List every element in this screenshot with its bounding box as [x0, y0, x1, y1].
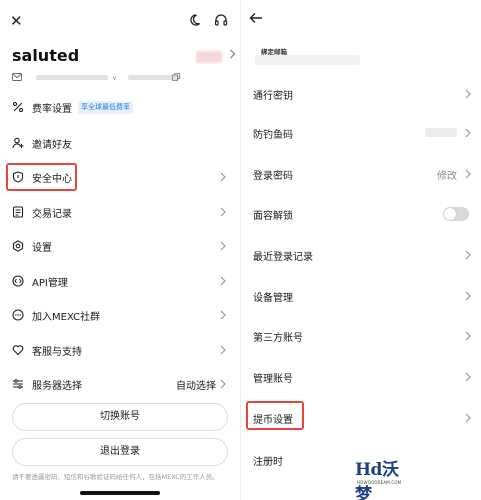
menu-item-settings[interactable]: 设置 — [12, 236, 228, 258]
menu-item-label: 邀请好友 — [32, 140, 72, 151]
chat-icon — [12, 309, 24, 321]
menu-item-label: 加入MEXC社群 — [32, 312, 101, 323]
row-label: 防钓鱼码 — [253, 130, 293, 141]
row-recent-logins[interactable]: 最近登录记录 — [253, 244, 471, 266]
security-notice: 请不要透露密码、短信和谷歌验证码给任何人，包括MEXC的工作人员。 — [12, 473, 219, 481]
row-label: 第三方账号 — [253, 333, 303, 344]
chevron-right-icon — [220, 276, 226, 286]
chevron-right-icon — [465, 128, 471, 138]
blurred-value — [425, 128, 457, 137]
copy-icon[interactable] — [172, 73, 180, 81]
blurred-uid — [196, 51, 222, 63]
logout-button[interactable]: 退出登录 — [12, 438, 228, 466]
row-antiphishing[interactable]: 防钓鱼码 — [253, 122, 471, 144]
row-label: 最近登录记录 — [253, 252, 313, 263]
account-info-row: ∨ — [12, 73, 212, 83]
menu-item-support[interactable]: 客服与支持 — [12, 340, 228, 362]
sliders-icon — [13, 379, 23, 389]
toggle-knob — [444, 208, 456, 220]
chevron-right-icon — [465, 331, 471, 341]
blurred-email-value — [255, 55, 360, 65]
menu-item-records[interactable]: 交易记录 — [12, 202, 228, 224]
row-third-party[interactable]: 第三方账号 — [253, 325, 471, 347]
row-label: 管理账号 — [253, 374, 293, 385]
menu-item-label: 费率设置 — [32, 104, 72, 115]
menu-item-label: 设置 — [32, 243, 52, 254]
chevron-right-icon — [220, 379, 226, 389]
switch-account-button[interactable]: 切换账号 — [12, 403, 228, 431]
add-person-icon — [12, 137, 24, 149]
back-arrow-icon[interactable] — [249, 12, 263, 24]
row-devices[interactable]: 设备管理 — [253, 285, 471, 307]
chevron-right-icon[interactable] — [229, 49, 236, 59]
menu-item-invite[interactable]: 邀请好友 — [12, 133, 228, 155]
menu-item-community[interactable]: 加入MEXC社群 — [12, 305, 228, 327]
row-label: 设备管理 — [253, 293, 293, 304]
top-bar: ✕ — [10, 12, 230, 32]
row-passkey[interactable]: 通行密钥 — [253, 83, 471, 105]
highlight-withdraw-settings — [246, 401, 304, 430]
menu-item-label: 客服与支持 — [32, 347, 82, 358]
headset-icon[interactable] — [214, 13, 228, 27]
chevron-right-icon — [465, 413, 471, 423]
api-icon — [12, 275, 24, 287]
chevron-right-icon — [220, 345, 226, 355]
row-manage-accounts[interactable]: 管理账号 — [253, 366, 471, 388]
menu-item-server[interactable]: 服务器选择 自动选择 — [12, 374, 228, 396]
username: saluted — [12, 46, 80, 65]
percent-icon — [12, 101, 24, 113]
security-center-panel: 绑定邮箱 通行密钥 防钓鱼码 登录密码 修改 面容解锁 最近登录记录 设备管理 — [241, 0, 481, 500]
mail-icon — [12, 73, 22, 81]
gear-icon — [12, 240, 24, 252]
row-label: 登录密码 — [253, 171, 293, 182]
document-icon — [12, 206, 24, 218]
row-label: 通行密钥 — [253, 91, 293, 102]
chevron-right-icon — [465, 169, 471, 179]
row-label: 面容解锁 — [253, 211, 293, 222]
menu-item-label: 服务器选择 — [32, 381, 82, 392]
chevron-right-icon — [465, 291, 471, 301]
chevron-right-icon — [465, 372, 471, 382]
row-face-unlock: 面容解锁 — [253, 203, 471, 225]
dropdown-indicator: ∨ — [112, 74, 118, 82]
chevron-right-icon — [220, 241, 226, 251]
watermark-logo: Hd沃梦 HDWOODREAM.COM — [355, 455, 413, 500]
row-label: 注册时 — [253, 457, 283, 468]
moon-icon[interactable] — [190, 13, 204, 27]
highlight-security — [6, 163, 77, 191]
server-value: 自动选择 — [176, 381, 216, 392]
chevron-right-icon — [465, 250, 471, 260]
modify-link[interactable]: 修改 — [437, 167, 457, 182]
watermark-url: HDWOODREAM.COM — [357, 480, 402, 485]
chevron-right-icon — [220, 172, 226, 182]
chevron-right-icon — [465, 89, 471, 99]
close-icon[interactable]: ✕ — [10, 12, 23, 30]
menu-item-label: API管理 — [32, 278, 68, 289]
heart-icon — [12, 345, 24, 356]
watermark-text: Hd沃梦 — [355, 460, 399, 500]
menu-item-fees[interactable]: 费率设置 享全球最低费率 — [12, 97, 228, 119]
promo-badge: 享全球最低费率 — [78, 101, 133, 114]
row-login-password[interactable]: 登录密码 修改 — [253, 163, 471, 185]
blurred-email — [36, 75, 108, 80]
chevron-right-icon — [220, 310, 226, 320]
account-menu-panel: ✕ saluted ∨ 费率设置 享全球最低费率 邀请好友 安全中心 交易记录 … — [0, 0, 240, 500]
home-indicator — [80, 491, 160, 495]
menu-item-api[interactable]: API管理 — [12, 271, 228, 293]
menu-item-label: 交易记录 — [32, 209, 72, 220]
chevron-right-icon — [220, 207, 226, 217]
face-unlock-toggle[interactable] — [443, 207, 469, 221]
